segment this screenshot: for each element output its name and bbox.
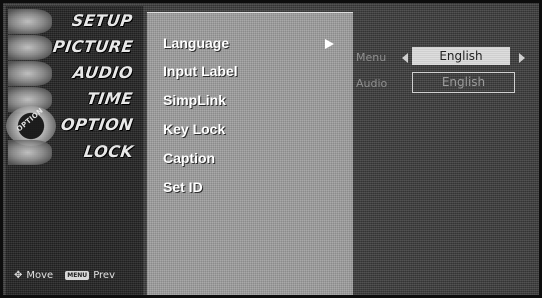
arrow-right-icon[interactable] xyxy=(519,53,525,63)
category-label: SETUP xyxy=(71,11,135,30)
option-badge: OPTION xyxy=(15,106,45,134)
category-picture[interactable]: PICTURE xyxy=(6,34,143,61)
category-label: OPTION xyxy=(59,115,135,134)
category-label: LOCK xyxy=(82,142,135,161)
audio-thumbnail-icon xyxy=(8,61,52,86)
move-dpad-icon: ✥ xyxy=(14,270,23,281)
audio-language-value[interactable]: English xyxy=(412,72,515,93)
menu-item-input-label[interactable]: Input Label xyxy=(163,60,238,82)
category-lock[interactable]: LOCK xyxy=(6,139,143,166)
language-panel: Menu English Audio English xyxy=(353,6,539,295)
menu-item-key-lock[interactable]: Key Lock xyxy=(163,118,225,140)
category-option[interactable]: OPTION OPTION xyxy=(6,106,143,146)
tv-osd-screen: SETUP PICTURE AUDIO TIME OPTION OPTION L… xyxy=(0,0,542,298)
category-setup[interactable]: SETUP xyxy=(6,8,143,35)
category-audio[interactable]: AUDIO xyxy=(6,60,143,87)
category-label: AUDIO xyxy=(71,63,135,82)
category-label: TIME xyxy=(85,89,135,108)
nav-hint-footer: ✥ Move MENU Prev xyxy=(14,270,115,281)
option-menu-list: Language Input Label SimpLink Key Lock C… xyxy=(147,13,353,295)
audio-language-label: Audio xyxy=(356,77,388,90)
picture-thumbnail-icon xyxy=(8,35,52,60)
move-label: Move xyxy=(26,270,54,281)
menu-item-language[interactable]: Language xyxy=(163,32,229,54)
menu-item-set-id[interactable]: Set ID xyxy=(163,176,203,198)
menu-item-simplink[interactable]: SimpLink xyxy=(163,89,226,111)
arrow-left-icon[interactable] xyxy=(402,53,408,63)
menu-language-label: Menu xyxy=(356,51,387,64)
prev-label: Prev xyxy=(93,270,116,281)
setup-thumbnail-icon xyxy=(8,9,52,34)
menu-item-caption[interactable]: Caption xyxy=(163,147,215,169)
lock-thumbnail-icon xyxy=(8,140,52,165)
menu-key-icon: MENU xyxy=(65,271,90,280)
category-sidebar: SETUP PICTURE AUDIO TIME OPTION OPTION L… xyxy=(6,6,143,295)
category-label: PICTURE xyxy=(51,37,135,56)
arrow-right-icon xyxy=(325,39,334,49)
menu-language-value[interactable]: English xyxy=(412,47,510,65)
